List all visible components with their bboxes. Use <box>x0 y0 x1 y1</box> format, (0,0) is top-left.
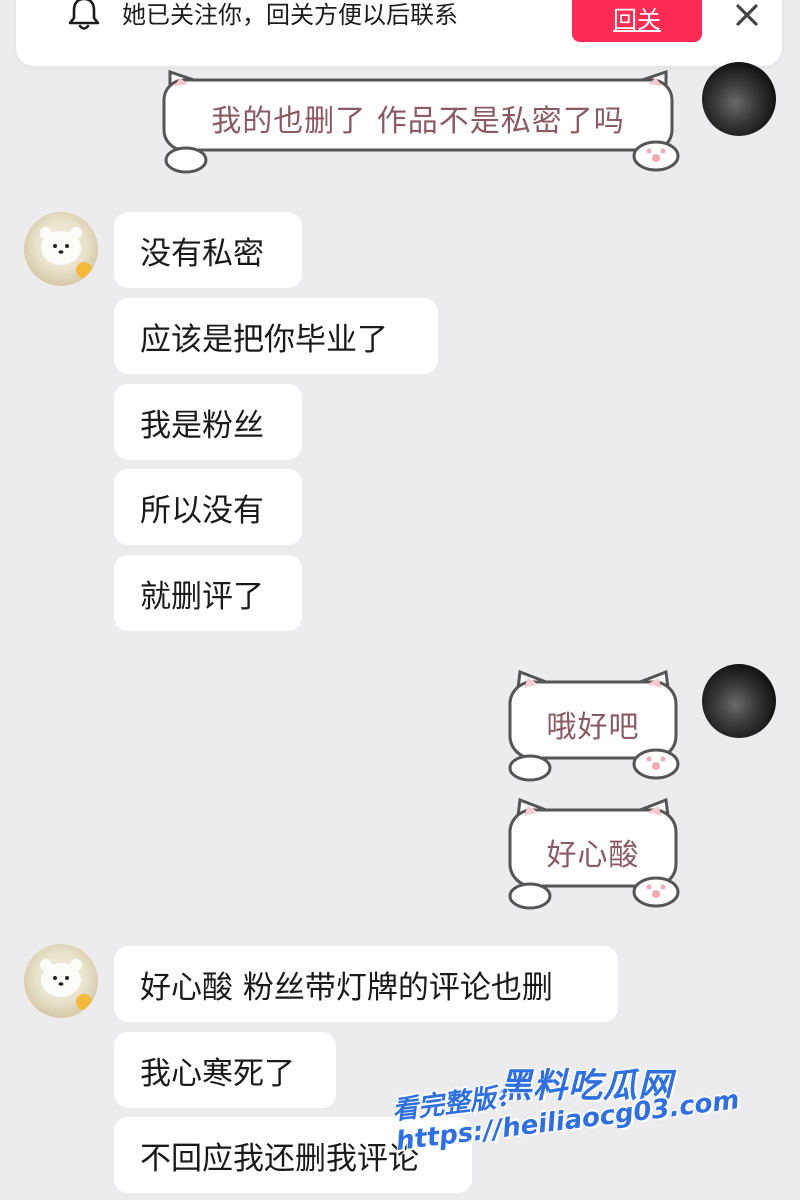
avatar-self[interactable] <box>702 664 776 738</box>
incoming-message-bubble[interactable]: 就删评了 <box>114 555 302 631</box>
incoming-message-bubble[interactable]: 我心寒死了 <box>114 1032 336 1108</box>
message-text: 我是粉丝 <box>140 407 264 444</box>
outgoing-message-bubble[interactable]: 哦好吧 <box>500 664 686 784</box>
incoming-message-bubble[interactable]: 所以没有 <box>114 469 302 545</box>
bear-avatar-icon <box>40 227 92 278</box>
message-text: 没有私密 <box>140 235 264 272</box>
outgoing-message-bubble[interactable]: 我的也删了 作品不是私密了吗 <box>150 64 686 176</box>
message-text: 好心酸 <box>546 838 640 873</box>
bear-avatar-icon <box>40 959 92 1010</box>
avatar-contact[interactable] <box>24 212 98 286</box>
banner-text: 她已关注你，回关方便以后联系 <box>122 1 458 29</box>
message-text: 不回应我还删我评论 <box>140 1140 419 1177</box>
incoming-message-bubble[interactable]: 没有私密 <box>114 212 302 288</box>
message-text: 我心寒死了 <box>140 1055 295 1092</box>
message-text: 所以没有 <box>140 492 264 529</box>
message-text: 哦好吧 <box>546 710 640 745</box>
avatar-contact[interactable] <box>24 944 98 1018</box>
incoming-message-bubble[interactable]: 好心酸 粉丝带灯牌的评论也删 <box>114 946 618 1022</box>
incoming-message-bubble[interactable]: 我是粉丝 <box>114 384 302 460</box>
close-icon[interactable] <box>730 0 764 32</box>
message-text: 我的也删了 作品不是私密了吗 <box>211 104 625 139</box>
follow-back-banner: 她已关注你，回关方便以后联系 回关 <box>16 0 782 66</box>
follow-back-button[interactable]: 回关 <box>572 0 702 42</box>
avatar-self[interactable] <box>702 62 776 136</box>
message-text: 应该是把你毕业了 <box>140 321 388 358</box>
message-text: 好心酸 粉丝带灯牌的评论也删 <box>140 969 553 1006</box>
outgoing-message-bubble[interactable]: 好心酸 <box>500 792 686 912</box>
bell-icon <box>68 0 100 30</box>
message-text: 就删评了 <box>140 578 264 615</box>
incoming-message-bubble[interactable]: 应该是把你毕业了 <box>114 298 438 374</box>
